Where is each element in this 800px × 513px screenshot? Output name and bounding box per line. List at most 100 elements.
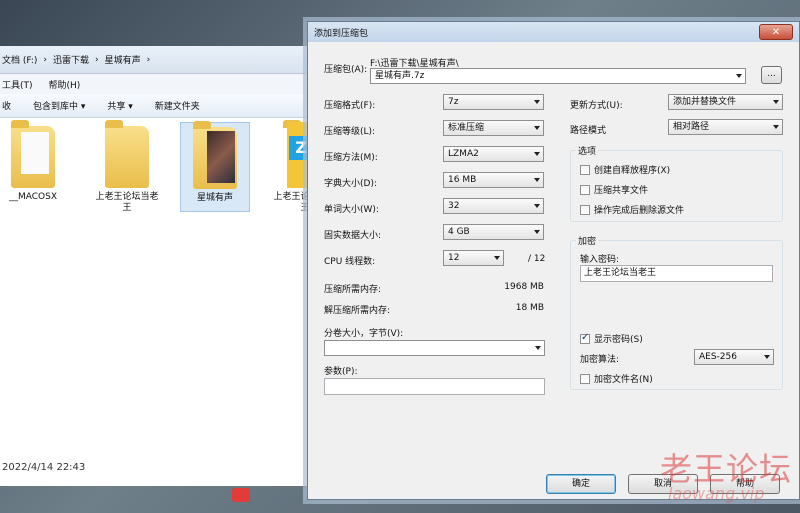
address-bar[interactable]: 文档 (F:) › 迅雷下载 › 星城有声 › — [0, 46, 312, 74]
add-to-archive-dialog: 添加到压缩包 ✕ 压缩包(A): F:\迅雷下载\星城有声\ 星城有声.7z .… — [307, 21, 800, 500]
update-value: 添加并替换文件 — [673, 97, 737, 107]
shared-files-checkbox[interactable]: 压缩共享文件 — [580, 183, 648, 196]
browse-button[interactable]: ... — [761, 66, 782, 84]
explorer-toolbar: 收 包含到库中 ▾ 共享 ▾ 新建文件夹 — [0, 94, 312, 118]
solid-select[interactable]: 4 GB — [443, 224, 544, 240]
dict-select[interactable]: 16 MB — [443, 172, 544, 188]
chevron-right-icon: › — [146, 54, 151, 65]
checkbox-box[interactable] — [580, 204, 590, 215]
menu-tools[interactable]: 工具(T) — [2, 78, 33, 91]
password-input[interactable]: 上老王论坛当老王 — [580, 265, 773, 282]
solid-value: 4 GB — [448, 227, 470, 237]
archive-name-combo[interactable]: 星城有声.7z — [370, 68, 746, 84]
chevron-right-icon: › — [43, 54, 48, 65]
modified-date: 2022/4/14 22:43 — [2, 461, 86, 473]
dict-label: 字典大小(D): — [324, 179, 377, 189]
level-label: 压缩等级(L): — [324, 127, 376, 137]
path-mode-label: 路径模式 — [570, 126, 607, 136]
folder-icon — [11, 120, 55, 188]
menu-help[interactable]: 帮助(H) — [49, 78, 81, 91]
shared-files-label: 压缩共享文件 — [594, 186, 649, 196]
encrypt-filenames-checkbox[interactable]: 加密文件名(N) — [580, 372, 653, 385]
delete-source-checkbox[interactable]: 操作完成后删除源文件 — [580, 203, 684, 216]
params-label: 参数(P): — [324, 367, 358, 377]
mem-compress-value: 1968 MB — [504, 282, 544, 292]
toolbar-partial-button[interactable]: 收 — [2, 99, 11, 112]
encrypt-filenames-label: 加密文件名(N) — [594, 375, 653, 385]
split-size-combo[interactable] — [324, 340, 545, 356]
address-part-drive[interactable]: 文档 (F:) — [2, 53, 37, 66]
show-password-checkbox[interactable]: 显示密码(S) — [580, 332, 643, 345]
close-button[interactable]: ✕ — [759, 24, 793, 40]
password-label: 输入密码: — [580, 255, 620, 265]
format-label: 压缩格式(F): — [324, 101, 376, 111]
format-value: 7z — [448, 97, 459, 107]
update-label: 更新方式(U): — [570, 101, 623, 111]
word-select[interactable]: 32 — [443, 198, 544, 214]
dropdown-arrow-icon — [764, 355, 770, 359]
word-label: 单词大小(W): — [324, 205, 379, 215]
options-title: 选项 — [576, 144, 599, 157]
file-name: 上老王论坛当老王 — [95, 192, 159, 213]
delete-source-label: 操作完成后删除源文件 — [594, 206, 685, 216]
mem-compress-label: 压缩所需内存: — [324, 285, 382, 295]
method-select[interactable]: LZMA2 — [443, 146, 544, 162]
dropdown-arrow-icon — [534, 152, 540, 156]
cpu-value: 12 — [448, 253, 460, 263]
encryption-method-label: 加密算法: — [580, 355, 620, 365]
method-label: 压缩方法(M): — [324, 153, 378, 163]
cpu-select[interactable]: 12 — [443, 250, 504, 266]
show-password-label: 显示密码(S) — [594, 335, 643, 345]
status-bar: 2022/4/14 22:43 — [0, 452, 312, 482]
folder-icon — [105, 120, 149, 188]
path-mode-select[interactable]: 相对路径 — [668, 119, 783, 135]
mem-decompress-label: 解压缩所需内存: — [324, 306, 391, 316]
chevron-right-icon: › — [95, 54, 99, 65]
checkbox-checked[interactable] — [580, 332, 590, 344]
dropdown-arrow-icon — [534, 204, 540, 208]
mem-decompress-value: 18 MB — [515, 303, 544, 313]
encryption-title: 加密 — [576, 234, 599, 247]
solid-label: 固实数据大小: — [324, 231, 382, 241]
dropdown-arrow-icon — [534, 178, 540, 182]
dropdown-arrow-icon — [494, 256, 500, 260]
file-list: __MACOSX 上老王论坛当老王 星城有声 上老王论坛当老王 — [0, 120, 337, 272]
path-mode-value: 相对路径 — [673, 122, 710, 132]
format-select[interactable]: 7z — [443, 94, 544, 110]
new-folder-button[interactable]: 新建文件夹 — [155, 99, 200, 112]
update-select[interactable]: 添加并替换文件 — [668, 94, 783, 110]
checkbox-box[interactable] — [580, 373, 590, 384]
watermark-url: laowang.vip — [668, 484, 765, 503]
file-item[interactable]: __MACOSX — [0, 120, 68, 203]
cpu-total: / 12 — [528, 254, 546, 264]
file-item[interactable]: 上老王论坛当老王 — [92, 120, 162, 214]
params-input[interactable] — [324, 378, 545, 395]
method-value: LZMA2 — [448, 149, 479, 159]
dropdown-arrow-icon — [773, 100, 779, 104]
sfx-checkbox[interactable]: 创建自释放程序(X) — [580, 163, 670, 176]
checkbox-box[interactable] — [580, 164, 590, 175]
file-item-selected[interactable]: 星城有声 — [180, 121, 250, 212]
taskbar-app-icon[interactable] — [232, 488, 250, 502]
dialog-titlebar[interactable]: 添加到压缩包 — [308, 22, 799, 42]
dropdown-arrow-icon — [534, 230, 540, 234]
dialog-title: 添加到压缩包 — [314, 28, 369, 39]
encryption-method-value: AES-256 — [699, 352, 737, 362]
share-button[interactable]: 共享 ▾ — [107, 99, 132, 112]
ok-button[interactable]: 确定 — [546, 474, 616, 494]
level-value: 标准压缩 — [448, 123, 485, 133]
encryption-method-select[interactable]: AES-256 — [694, 349, 774, 365]
archive-label: 压缩包(A): — [324, 65, 368, 75]
file-name: __MACOSX — [8, 192, 57, 202]
level-select[interactable]: 标准压缩 — [443, 120, 544, 136]
explorer-window: 文档 (F:) › 迅雷下载 › 星城有声 › 工具(T) 帮助(H) 收 包含… — [0, 46, 337, 486]
include-in-library-button[interactable]: 包含到库中 ▾ — [33, 99, 85, 112]
dropdown-arrow-icon — [534, 126, 540, 130]
address-part-folder[interactable]: 迅雷下载 — [53, 53, 89, 66]
dict-value: 16 MB — [448, 175, 477, 185]
dropdown-arrow-icon — [534, 100, 540, 104]
checkbox-box[interactable] — [580, 184, 590, 195]
archive-name-value: 星城有声.7z — [375, 71, 425, 81]
cpu-label: CPU 线程数: — [324, 257, 376, 267]
address-part-current[interactable]: 星城有声 — [105, 53, 141, 66]
